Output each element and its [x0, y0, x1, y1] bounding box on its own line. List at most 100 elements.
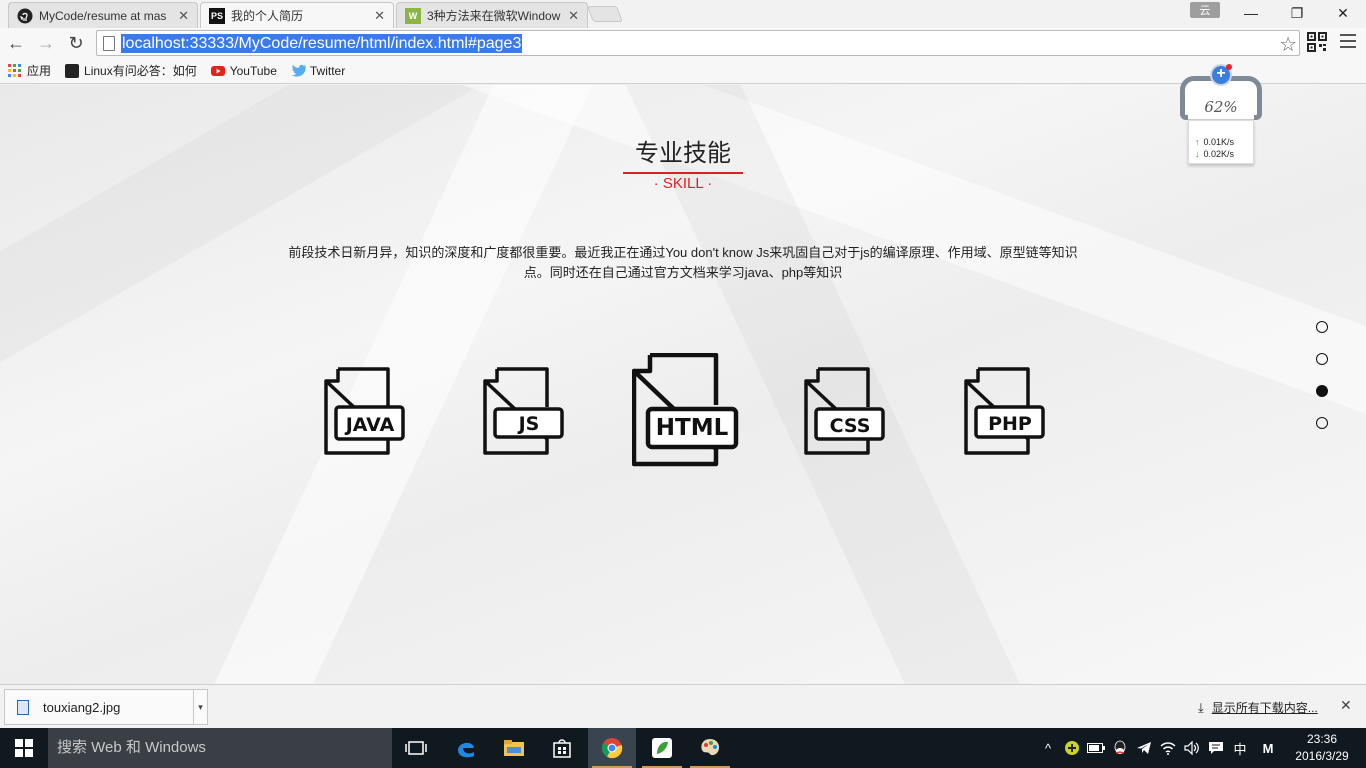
window-close-icon[interactable]: ✕	[1320, 0, 1366, 26]
network-speed-widget[interactable]: 62% + ↑ 0.01K/s ↓ 0.02K/s	[1180, 64, 1262, 172]
download-bar: touxiang2.jpg ▾ ⤓ 显示所有下载内容... ✕	[0, 684, 1366, 728]
clock-date: 2016/3/29	[1295, 749, 1349, 763]
tab-resume[interactable]: PS 我的个人简历 ✕	[200, 2, 394, 28]
close-icon[interactable]: ✕	[568, 8, 579, 24]
bookmark-label: 应用	[27, 64, 52, 78]
skills-description: 前段技术日新月异，知识的深度和广度都很重要。最近我正在通过You don't k…	[288, 245, 1078, 280]
page-subtitle: · SKILL ·	[653, 175, 713, 192]
reload-icon[interactable]: ↻	[64, 31, 88, 55]
wikihow-icon: W	[405, 7, 421, 24]
back-icon[interactable]: ←	[4, 31, 28, 55]
java-label: JAVA	[345, 414, 395, 436]
download-filename: touxiang2.jpg	[43, 699, 121, 715]
notification-icon[interactable]	[1206, 728, 1226, 768]
usage-percent: 62%	[1188, 98, 1254, 120]
github-icon	[17, 8, 33, 24]
bookmark-apps[interactable]: 应用	[8, 62, 51, 79]
windows-taskbar: 搜索 Web 和 Windows ^ 中 M 23:36 2016/3/29	[0, 728, 1366, 768]
page-dot-2[interactable]	[1316, 353, 1328, 365]
speed-readout: ↑ 0.01K/s ↓ 0.02K/s	[1188, 120, 1254, 164]
app-green-leaf-icon[interactable]	[638, 728, 686, 768]
file-explorer-icon[interactable]	[490, 728, 538, 768]
tab-wikihow[interactable]: W 3种方法来在微软Window ✕	[396, 2, 588, 28]
js-label: JS	[518, 413, 540, 435]
user-badge[interactable]: 云	[1190, 2, 1220, 18]
qr-code-icon[interactable]	[1307, 32, 1327, 52]
address-bar[interactable]: localhost:33333/MyCode/resume/html/index…	[96, 30, 1300, 56]
css-label: CSS	[829, 415, 871, 437]
url-text[interactable]: localhost:33333/MyCode/resume/html/index…	[121, 34, 523, 53]
bookmark-label: YouTube	[229, 63, 277, 78]
page-icon	[103, 36, 115, 51]
taskbar-search-input[interactable]: 搜索 Web 和 Windows	[48, 728, 392, 768]
page-title: 专业技能	[635, 140, 731, 167]
page-content: 专业技能 · SKILL · 前段技术日新月异，知识的深度和广度都很重要。最近我…	[0, 85, 1366, 684]
chevron-down-icon[interactable]: ▾	[193, 690, 207, 724]
volume-icon[interactable]	[1182, 728, 1202, 768]
chevron-up-icon[interactable]: ^	[1038, 728, 1058, 768]
tab-title: 我的个人简历	[231, 9, 304, 23]
css-file-icon: CSS	[804, 367, 886, 455]
close-icon[interactable]: ✕	[178, 8, 189, 24]
chrome-icon[interactable]	[588, 728, 636, 768]
html-file-icon: HTML	[632, 353, 740, 467]
tab-strip: MyCode/resume at mas ✕ PS 我的个人简历 ✕ W 3种方…	[0, 0, 1366, 28]
download-arrow-icon: ↓	[1195, 149, 1200, 159]
php-file-icon: PHP	[964, 367, 1046, 455]
apps-grid-icon	[8, 63, 22, 78]
page-dot-3[interactable]	[1316, 385, 1328, 397]
title-underline	[623, 172, 743, 174]
bookmark-label: Linux有问必答：如何	[84, 64, 197, 78]
system-clock[interactable]: 23:36 2016/3/29	[1290, 731, 1354, 765]
bookmarks-bar: 应用 Linux有问必答：如何 YouTube Twitter	[0, 58, 1366, 84]
tab-github[interactable]: MyCode/resume at mas ✕	[8, 2, 198, 28]
download-item[interactable]: touxiang2.jpg ▾	[4, 689, 208, 725]
js-file-icon: JS	[483, 367, 565, 455]
tab-title: 3种方法来在微软Window	[427, 9, 561, 23]
battery-icon[interactable]	[1086, 728, 1106, 768]
upload-speed: 0.01K/s	[1203, 137, 1235, 147]
show-all-downloads-link[interactable]: ⤓ 显示所有下载内容...	[1198, 699, 1318, 716]
close-icon[interactable]: ✕	[374, 8, 385, 24]
phpstorm-icon: PS	[209, 7, 225, 24]
image-file-icon	[17, 699, 29, 715]
download-icon: ⤓	[1198, 699, 1204, 715]
upload-arrow-icon: ↑	[1195, 137, 1200, 147]
page-dot-4[interactable]	[1316, 417, 1328, 429]
show-all-label: 显示所有下载内容...	[1211, 701, 1318, 715]
windows-start-icon[interactable]	[0, 728, 48, 768]
bookmark-star-icon[interactable]: ☆	[1279, 32, 1297, 57]
php-label: PHP	[988, 413, 1032, 435]
close-icon[interactable]: ✕	[1340, 697, 1352, 714]
paint-icon[interactable]	[686, 728, 734, 768]
qq-icon[interactable]	[1110, 728, 1130, 768]
ime-mode-indicator[interactable]: M	[1256, 728, 1280, 768]
telegram-icon[interactable]	[1134, 728, 1154, 768]
youtube-icon	[210, 64, 225, 78]
new-tab-button[interactable]	[587, 6, 623, 22]
toolbar: ← → ↻ localhost:33333/MyCode/resume/html…	[0, 28, 1366, 58]
forward-icon[interactable]: →	[34, 31, 58, 55]
ime-language-indicator[interactable]: 中	[1230, 728, 1250, 768]
wifi-icon[interactable]	[1158, 728, 1178, 768]
task-view-icon[interactable]	[392, 728, 440, 768]
bookmark-youtube[interactable]: YouTube	[210, 63, 277, 78]
twitter-icon	[291, 64, 306, 78]
tray-app-icon[interactable]	[1062, 728, 1082, 768]
bookmark-twitter[interactable]: Twitter	[291, 64, 345, 78]
html-label: HTML	[655, 415, 729, 441]
bookmark-linux[interactable]: Linux有问必答：如何	[65, 62, 197, 79]
clock-time: 23:36	[1306, 732, 1338, 746]
bookmark-label: Twitter	[309, 63, 346, 78]
minimize-icon[interactable]: —	[1228, 0, 1274, 26]
maximize-icon[interactable]: ❐	[1274, 0, 1320, 26]
page-nav-dots	[1316, 321, 1328, 449]
menu-icon[interactable]	[1340, 34, 1356, 52]
tab-title: MyCode/resume at mas	[39, 8, 167, 23]
page-dot-1[interactable]	[1316, 321, 1328, 333]
edge-browser-icon[interactable]	[442, 728, 490, 768]
notification-dot	[1226, 64, 1232, 70]
linux-icon	[65, 63, 80, 78]
store-icon[interactable]	[538, 728, 586, 768]
java-file-icon: JAVA	[324, 367, 406, 455]
